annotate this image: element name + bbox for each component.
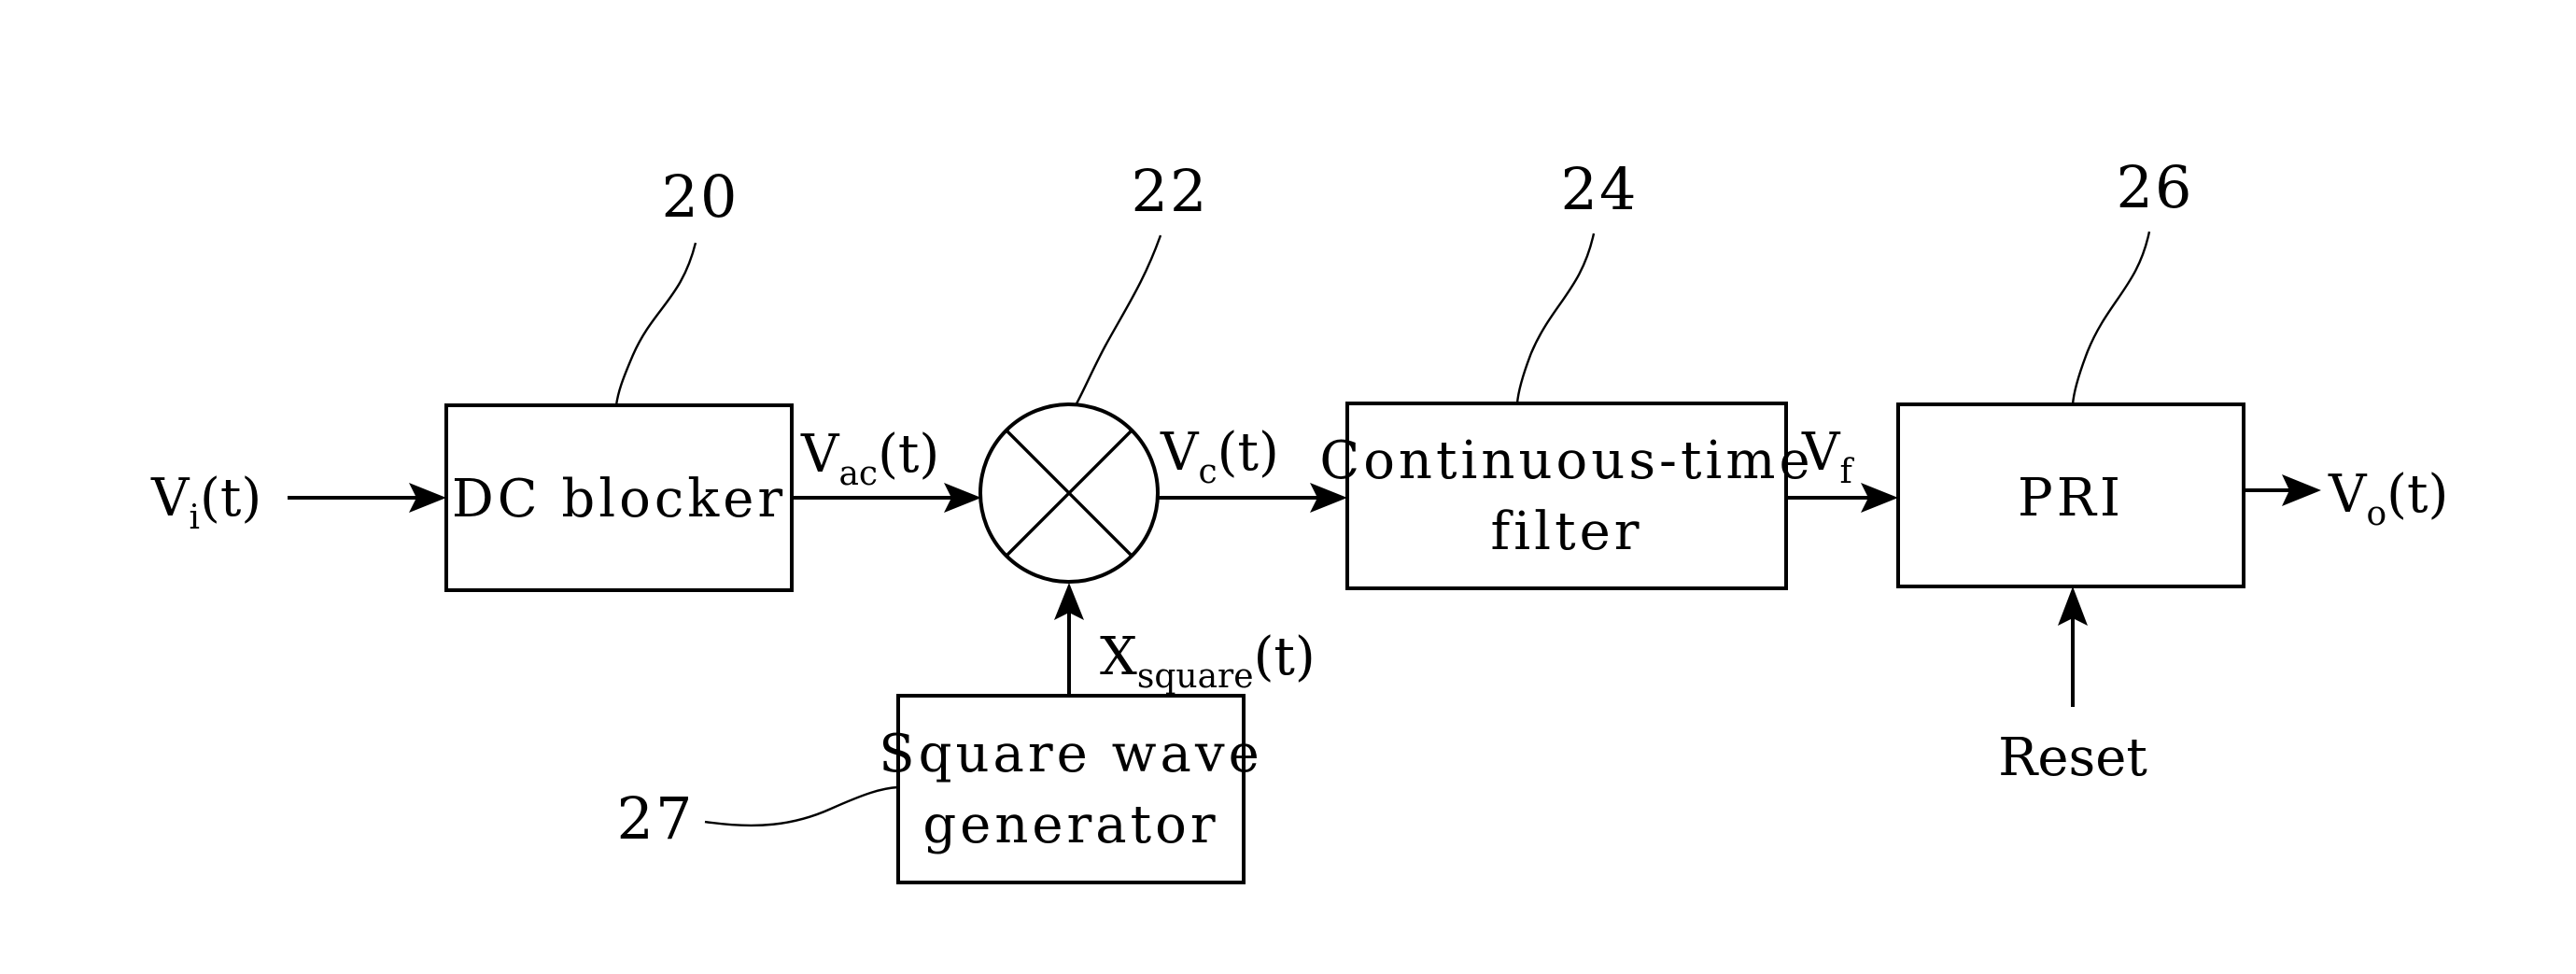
signal-label-vf: Vf bbox=[1801, 422, 1854, 491]
reset-label: Reset bbox=[1998, 727, 2147, 788]
signal-label-output: Vo(t) bbox=[2328, 464, 2448, 533]
leader-line-20 bbox=[614, 242, 697, 406]
signal-label-input-base: V bbox=[150, 468, 190, 529]
dc-blocker-label: DC blocker bbox=[452, 469, 786, 529]
signal-arrow-output bbox=[2244, 474, 2321, 506]
signal-arrow-dcblocker-to-mixer bbox=[792, 483, 981, 513]
filter-label-line1: Continuous-time bbox=[1319, 431, 1813, 491]
signal-label-input-suffix: (t) bbox=[200, 468, 261, 529]
reference-numeral-22: 22 bbox=[1132, 157, 1209, 225]
signal-label-xsquare-suffix: (t) bbox=[1254, 627, 1316, 687]
leader-line-22 bbox=[1074, 234, 1162, 406]
leader-line-24 bbox=[1515, 233, 1596, 404]
signal-arrow-input bbox=[288, 483, 446, 513]
leader-line-26 bbox=[2071, 231, 2151, 405]
signal-label-xsquare: Xsquare(t) bbox=[1100, 627, 1316, 696]
signal-label-vac-sub: ac bbox=[838, 455, 878, 493]
reference-numeral-27: 27 bbox=[617, 784, 695, 853]
reference-numeral-26: 26 bbox=[2117, 153, 2194, 221]
signal-label-vc-base: V bbox=[1160, 422, 1200, 483]
block-diagram-figure: DC blocker Continuous-time filter PRI Sq… bbox=[0, 0, 2576, 974]
signal-label-output-base: V bbox=[2328, 464, 2368, 525]
square-wave-generator-label-line1: Square wave bbox=[879, 724, 1262, 784]
signal-label-input-sub: i bbox=[189, 499, 200, 537]
filter-label-line2: filter bbox=[1491, 501, 1643, 562]
signal-label-input: Vi(t) bbox=[150, 468, 261, 537]
signal-label-vf-sub: f bbox=[1839, 453, 1854, 491]
signal-label-vf-base: V bbox=[1801, 422, 1841, 483]
signal-label-vc: Vc(t) bbox=[1160, 422, 1279, 491]
leader-line-27 bbox=[704, 785, 899, 827]
signal-label-xsquare-sub: square bbox=[1137, 657, 1254, 696]
pri-label: PRI bbox=[2018, 468, 2124, 529]
signal-label-vac-base: V bbox=[800, 424, 840, 485]
square-wave-generator-label-line2: generator bbox=[922, 795, 1218, 855]
diagram-canvas: DC blocker Continuous-time filter PRI Sq… bbox=[150, 153, 2448, 884]
signal-label-vac: Vac(t) bbox=[800, 424, 939, 493]
signal-label-vc-suffix: (t) bbox=[1218, 422, 1279, 483]
reference-numeral-20: 20 bbox=[662, 162, 739, 231]
signal-label-vac-suffix: (t) bbox=[878, 424, 939, 485]
signal-arrow-squarewave-to-mixer bbox=[1054, 583, 1084, 696]
signal-label-xsquare-base: X bbox=[1100, 627, 1137, 687]
signal-label-output-sub: o bbox=[2366, 495, 2386, 533]
signal-label-vc-sub: c bbox=[1198, 453, 1217, 491]
reference-numeral-24: 24 bbox=[1561, 155, 1639, 223]
signal-arrow-reset-to-pri bbox=[2058, 586, 2088, 707]
signal-label-output-suffix: (t) bbox=[2386, 464, 2448, 525]
